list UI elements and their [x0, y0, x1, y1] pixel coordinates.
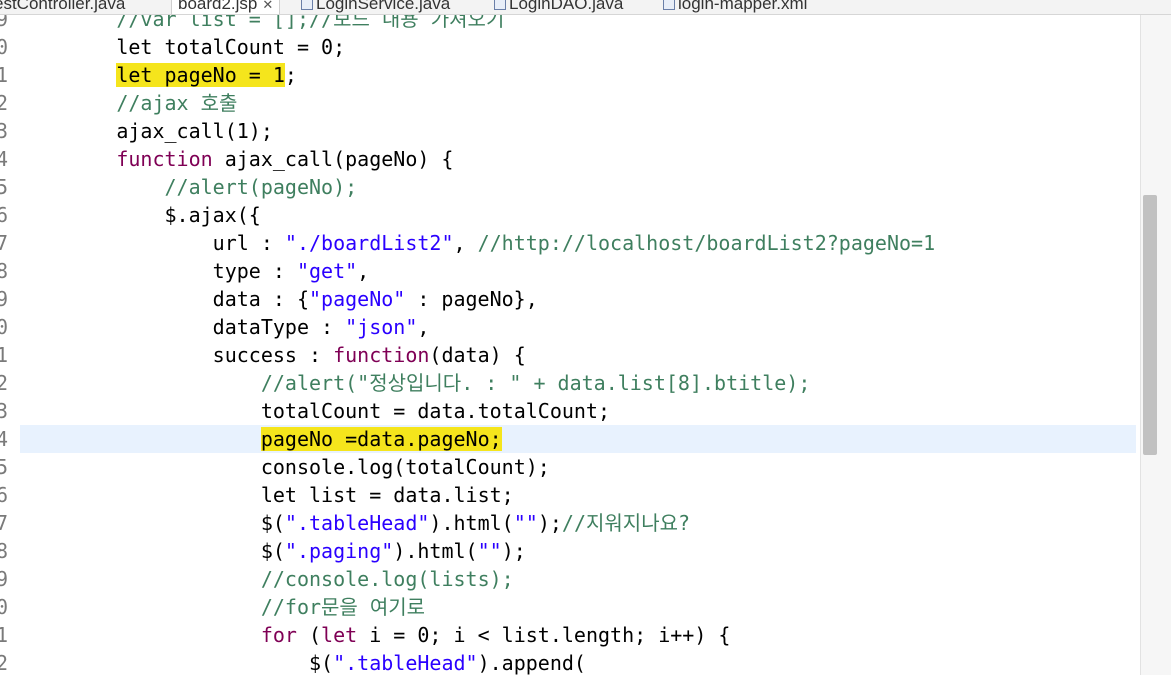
- code-line: dataType : "json",: [212, 315, 430, 339]
- code-line: totalCount = data.totalCount;: [260, 399, 611, 423]
- code-line: type : "get",: [212, 259, 370, 283]
- line-number: 2: [0, 91, 9, 115]
- code-line: let totalCount = 0;: [116, 35, 346, 59]
- line-number: 9: [0, 15, 9, 31]
- occurrence-highlight: pageNo =data.pageNo;: [260, 427, 502, 451]
- code-line: let list = data.list;: [260, 483, 514, 507]
- current-line: pageNo =data.pageNo;: [20, 425, 1136, 453]
- java-file-icon: [301, 0, 313, 10]
- tab-test-controller[interactable]: estController.java: [0, 0, 125, 14]
- line-number: 3: [0, 119, 9, 143]
- code-line: //var list = [];//보드 내용 가져오기: [116, 15, 505, 31]
- close-icon[interactable]: ✕: [262, 0, 273, 12]
- code-line: //alert(pageNo);: [164, 175, 358, 199]
- code-line: for (let i = 0; i < list.length; i++) {: [260, 623, 731, 647]
- code-line: $(".paging").html("");: [260, 539, 526, 563]
- editor-tab-bar: estController.java board2.jsp ✕ LoginServ…: [0, 0, 1171, 15]
- code-line: //for문을 여기로: [260, 595, 426, 619]
- code-line: //alert("정상입니다. : " + data.list[8].btitl…: [260, 371, 811, 395]
- xml-file-icon: [663, 0, 675, 10]
- line-number: 6: [0, 483, 9, 507]
- line-number: 5: [0, 455, 9, 479]
- code-line: $(".tableHead").append(: [308, 651, 586, 675]
- code-line: //console.log(lists);: [260, 567, 514, 591]
- tab-login-service[interactable]: LoginService.java: [301, 0, 450, 14]
- line-number: 1: [0, 63, 9, 87]
- code-line: console.log(totalCount);: [260, 455, 550, 479]
- line-number-gutter: 9 0 1 2 3 4 5 6 7 8 9 0 1 2 3 4 5 6 7 8 …: [0, 15, 12, 675]
- code-line: //ajax 호출: [116, 91, 238, 115]
- line-number: 4: [0, 427, 9, 451]
- occurrence-highlight: let pageNo = 1: [116, 63, 285, 87]
- line-number: 8: [0, 539, 9, 563]
- code-line: $(".tableHead").html("");//지워지나요?: [260, 511, 691, 535]
- java-file-icon: [494, 0, 506, 10]
- code-line: ajax_call(1);: [116, 119, 273, 143]
- line-number: 2: [0, 651, 9, 675]
- code-line: data : {"pageNo" : pageNo},: [212, 287, 538, 311]
- tab-login-mapper[interactable]: login-mapper.xml: [663, 0, 807, 14]
- tab-login-dao[interactable]: LoginDAO.java: [494, 0, 623, 14]
- line-number: 4: [0, 147, 9, 171]
- tab-board2-jsp[interactable]: board2.jsp ✕: [171, 0, 281, 14]
- line-number: 7: [0, 511, 9, 535]
- line-number: 8: [0, 259, 9, 283]
- scrollbar-thumb[interactable]: [1143, 195, 1157, 455]
- line-number: 5: [0, 175, 9, 199]
- line-number: 9: [0, 287, 9, 311]
- line-number: 6: [0, 203, 9, 227]
- line-number: 9: [0, 567, 9, 591]
- line-number: 0: [0, 35, 9, 59]
- line-number: 1: [0, 623, 9, 647]
- code-editor[interactable]: 9 0 1 2 3 4 5 6 7 8 9 0 1 2 3 4 5 6 7 8 …: [0, 15, 1140, 675]
- line-number: 7: [0, 231, 9, 255]
- line-number: 2: [0, 371, 9, 395]
- code-line: let pageNo = 1;: [116, 63, 297, 87]
- line-number: 3: [0, 399, 9, 423]
- code-line: $.ajax({: [164, 203, 261, 227]
- line-number: 0: [0, 315, 9, 339]
- code-line: function ajax_call(pageNo) {: [116, 147, 454, 171]
- line-number: 0: [0, 595, 9, 619]
- line-number: 1: [0, 343, 9, 367]
- code-line: url : "./boardList2", //http://localhost…: [212, 231, 936, 255]
- code-line: success : function(data) {: [212, 343, 526, 367]
